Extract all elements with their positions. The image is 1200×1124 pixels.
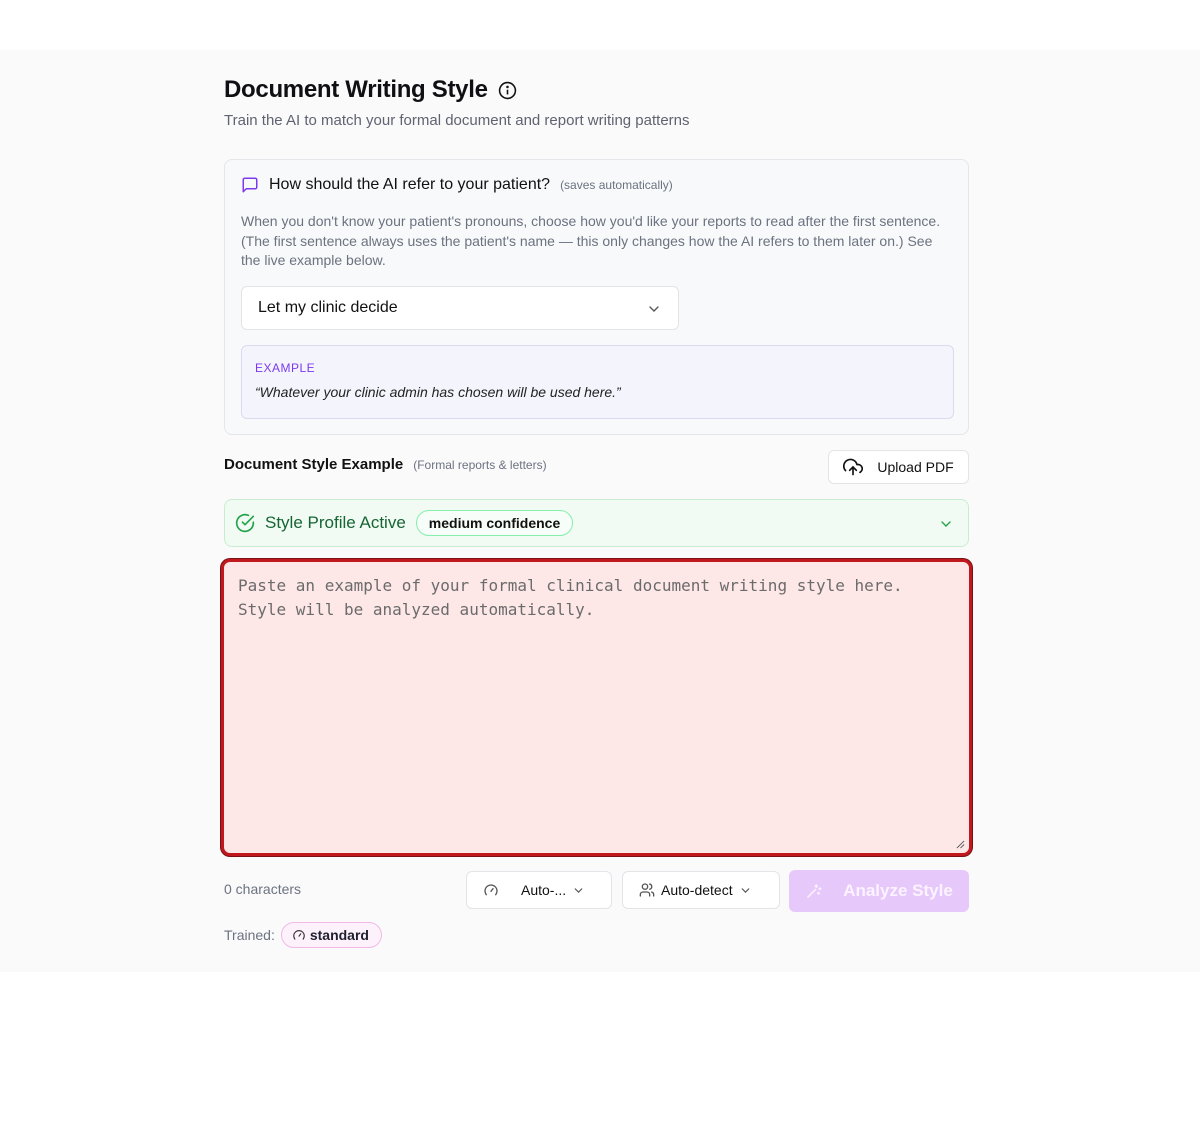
resize-handle-icon[interactable]	[956, 840, 965, 849]
upload-pdf-button[interactable]: Upload PDF	[828, 450, 969, 484]
analyze-style-label: Analyze Style	[843, 881, 953, 900]
speed-select[interactable]: Auto-...	[466, 871, 612, 909]
pronoun-question-row: How should the AI refer to your patient?…	[241, 176, 673, 194]
chevron-down-icon	[649, 306, 659, 312]
chevron-down-icon	[941, 521, 951, 527]
upload-pdf-label: Upload PDF	[877, 459, 954, 475]
chevron-down-icon	[574, 887, 583, 893]
style-example-textarea[interactable]	[224, 562, 969, 853]
style-profile-toggle[interactable]: Style Profile Active medium confidence	[224, 499, 969, 547]
audience-select-value: Auto-detect	[661, 882, 733, 898]
document-style-title: Document Style Example	[224, 456, 404, 473]
pronoun-description: When you don't know your patient's prono…	[241, 213, 941, 268]
title-row: Document Writing Style	[224, 76, 517, 104]
speed-select-value: Auto-...	[521, 882, 567, 898]
page-title: Document Writing Style	[224, 76, 488, 103]
chevron-down-icon	[741, 887, 749, 893]
pronoun-select-value: Let my clinic decide	[258, 299, 398, 316]
document-style-note: (Formal reports & letters)	[413, 458, 547, 472]
gauge-icon	[293, 930, 305, 940]
message-square-icon	[242, 177, 258, 193]
example-box: Example “Whatever your clinic admin has …	[241, 345, 954, 419]
main-panel: Document Writing Style Train the AI to m…	[0, 50, 1200, 972]
analyze-style-button[interactable]: Analyze Style	[789, 870, 969, 912]
trained-row: Trained: standard	[224, 922, 382, 948]
autosave-note: (saves automatically)	[560, 178, 673, 192]
gauge-icon	[484, 884, 498, 896]
trained-label: Trained:	[224, 927, 275, 943]
cloud-upload-icon	[843, 458, 864, 476]
info-circle-icon[interactable]	[498, 81, 517, 100]
trained-badge: standard	[280, 922, 382, 948]
pronoun-card: How should the AI refer to your patient?…	[224, 159, 969, 435]
pronoun-select[interactable]: Let my clinic decide	[241, 286, 679, 330]
pronoun-question: How should the AI refer to your patient?	[269, 176, 551, 193]
confidence-badge: medium confidence	[415, 510, 574, 536]
document-style-header: Document Style Example (Formal reports &…	[224, 456, 547, 473]
check-circle-icon	[235, 513, 255, 533]
page-subtitle: Train the AI to match your formal docume…	[224, 112, 690, 129]
example-text: “Whatever your clinic admin has chosen w…	[255, 384, 621, 400]
audience-select[interactable]: Auto-detect	[622, 871, 780, 909]
character-count: 0 characters	[224, 881, 302, 897]
sparkles-icon	[807, 884, 822, 898]
trained-badge-label: standard	[309, 927, 369, 943]
style-profile-status: Style Profile Active	[265, 513, 406, 532]
style-example-textarea-wrapper	[221, 559, 972, 856]
users-icon	[639, 883, 655, 897]
example-label: Example	[255, 361, 316, 375]
